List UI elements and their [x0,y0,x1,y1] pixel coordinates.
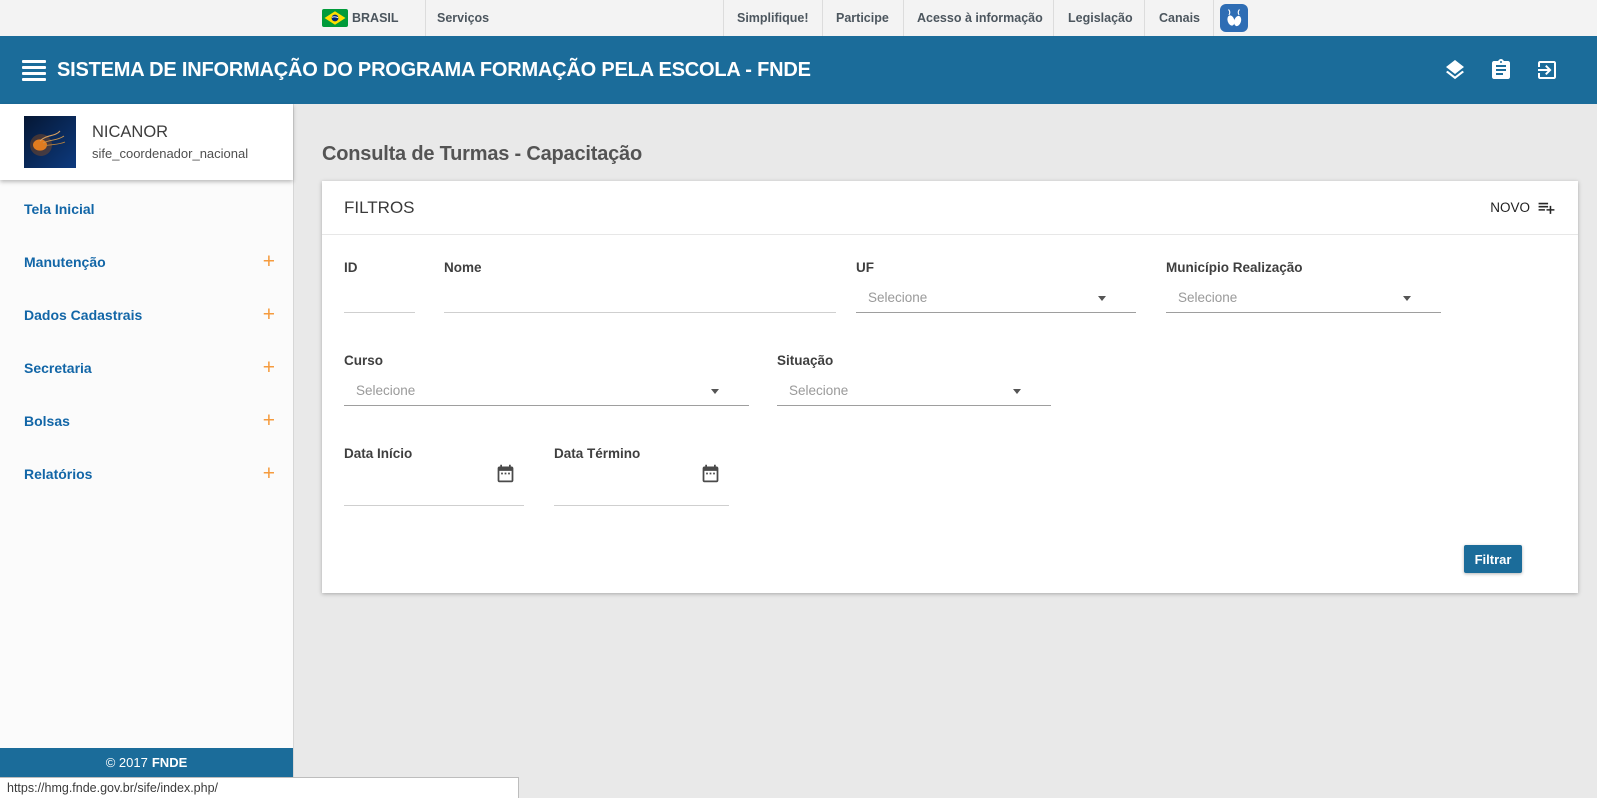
situacao-label: Situação [777,353,833,368]
expand-plus-icon[interactable]: + [263,410,275,431]
sidebar-item-relatorios[interactable]: Relatórios + [0,447,293,500]
chevron-down-icon [711,389,719,394]
vlibras-accessibility-icon[interactable] [1220,4,1248,32]
sidebar-item-bolsas[interactable]: Bolsas + [0,394,293,447]
data-inicio-label: Data Início [344,446,412,461]
govbar-link-acesso-informacao[interactable]: Acesso à informação [917,0,1043,36]
playlist-add-icon [1537,198,1556,217]
sidebar-item-tela-inicial[interactable]: Tela Inicial [0,182,293,235]
nome-label: Nome [444,260,482,275]
divider [903,0,904,36]
field-municipio: Município Realização Selecione [1166,260,1441,313]
user-card[interactable]: NICANOR sife_coordenador_nacional [0,104,293,180]
avatar [24,116,76,168]
govbar-link-participe[interactable]: Participe [836,0,889,36]
id-label: ID [344,260,358,275]
logout-icon[interactable] [1535,58,1559,82]
field-nome: Nome [444,260,836,313]
footer-brand: FNDE [152,755,187,770]
chevron-down-icon [1098,296,1106,301]
divider [822,0,823,36]
calendar-icon[interactable] [700,463,721,484]
screen: BRASIL Serviços Simplifique! Participe A… [0,0,1597,798]
govbar-link-legislacao[interactable]: Legislação [1068,0,1133,36]
filtrar-button[interactable]: Filtrar [1464,545,1522,573]
id-input[interactable] [344,283,415,313]
govbar-brand: BRASIL [352,0,399,36]
expand-plus-icon[interactable]: + [263,463,275,484]
curso-label: Curso [344,353,383,368]
gov-top-bar: BRASIL Serviços Simplifique! Participe A… [0,0,1597,36]
expand-plus-icon[interactable]: + [263,357,275,378]
field-data-termino: Data Término [554,446,729,506]
layers-icon[interactable] [1443,58,1467,82]
sidebar: NICANOR sife_coordenador_nacional Tela I… [0,104,294,798]
divider [1144,0,1145,36]
novo-button[interactable]: NOVO [1490,198,1556,217]
curso-select[interactable]: Selecione [344,374,749,406]
sidebar-item-dados-cadastrais[interactable]: Dados Cadastrais + [0,288,293,341]
divider [1053,0,1054,36]
filters-title: FILTROS [344,198,415,218]
situacao-select[interactable]: Selecione [777,374,1051,406]
uf-select[interactable]: Selecione [856,281,1136,313]
nome-input[interactable] [444,283,836,313]
municipio-select[interactable]: Selecione [1166,281,1441,313]
user-name: NICANOR [92,123,248,142]
field-id: ID [344,260,415,313]
govbar-link-servicos[interactable]: Serviços [437,0,489,36]
main-content: Consulta de Turmas - Capacitação FILTROS… [294,104,1597,798]
user-role: sife_coordenador_nacional [92,146,248,161]
calendar-icon[interactable] [495,463,516,484]
field-situacao: Situação Selecione [777,353,1051,406]
divider [1213,0,1214,36]
expand-plus-icon[interactable]: + [263,251,275,272]
page-title: Consulta de Turmas - Capacitação [322,143,642,166]
expand-plus-icon[interactable]: + [263,304,275,325]
divider [425,0,426,36]
govbar-link-simplifique[interactable]: Simplifique! [737,0,809,36]
govbar-link-canais[interactable]: Canais [1159,0,1200,36]
brazil-flag-icon [322,9,348,27]
field-curso: Curso Selecione [344,353,749,406]
municipio-label: Município Realização [1166,260,1303,275]
filters-card-header: FILTROS NOVO [322,181,1578,235]
data-termino-label: Data Término [554,446,640,461]
menu-icon[interactable] [22,60,46,80]
user-meta: NICANOR sife_coordenador_nacional [92,123,248,161]
uf-label: UF [856,260,874,275]
app-title: SISTEMA DE INFORMAÇÃO DO PROGRAMA FORMAÇ… [57,36,811,104]
sidebar-item-manutencao[interactable]: Manutenção + [0,235,293,288]
sidebar-menu: Tela Inicial Manutenção + Dados Cadastra… [0,180,293,500]
field-uf: UF Selecione [856,260,1136,313]
status-url-tooltip: https://hmg.fnde.gov.br/sife/index.php/ [0,777,519,798]
divider [723,0,724,36]
chevron-down-icon [1013,389,1021,394]
app-header: SISTEMA DE INFORMAÇÃO DO PROGRAMA FORMAÇ… [0,36,1597,104]
filters-card: FILTROS NOVO ID Nome UF Selecione [322,181,1578,593]
header-actions [1443,36,1559,104]
chevron-down-icon [1403,296,1411,301]
assignment-icon[interactable] [1489,58,1513,82]
sidebar-item-secretaria[interactable]: Secretaria + [0,341,293,394]
field-data-inicio: Data Início [344,446,524,506]
